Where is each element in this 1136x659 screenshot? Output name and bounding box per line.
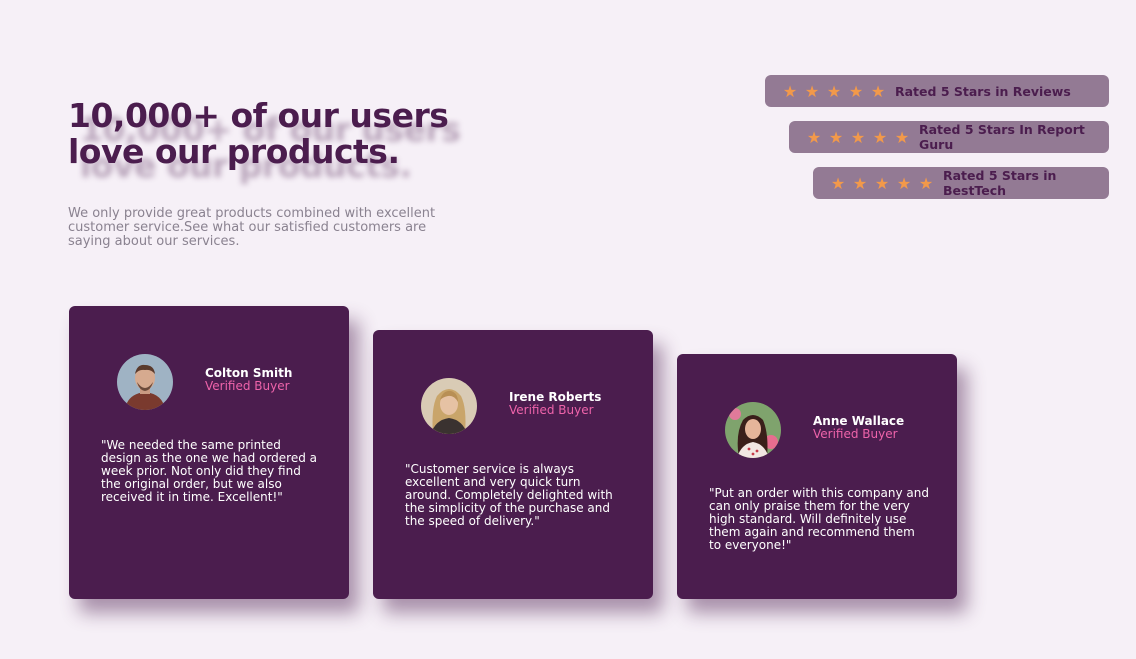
rating-report-guru: ★ ★ ★ ★ ★ Rated 5 Stars In Report Guru <box>789 121 1109 153</box>
intro-text: We only provide great products combined … <box>68 206 436 249</box>
star-icon: ★ <box>806 127 822 147</box>
star-rating: ★ ★ ★ ★ ★ <box>827 174 937 193</box>
reviewer-name: Irene Roberts <box>509 390 602 404</box>
star-icon: ★ <box>896 173 912 193</box>
testimonial-card: Anne Wallace Verified Buyer "Put an orde… <box>677 354 957 599</box>
rating-besttech: ★ ★ ★ ★ ★ Rated 5 Stars in BestTech <box>813 167 1109 199</box>
star-icon: ★ <box>828 127 844 147</box>
star-icon: ★ <box>848 81 864 101</box>
reviewer-role: Verified Buyer <box>205 379 290 393</box>
avatar <box>117 354 173 410</box>
star-icon: ★ <box>850 127 866 147</box>
star-rating: ★ ★ ★ ★ ★ <box>803 128 913 147</box>
testimonial-quote: "Put an order with this company and can … <box>709 486 929 552</box>
testimonial-card: Colton Smith Verified Buyer "We needed t… <box>69 306 349 599</box>
avatar <box>421 378 477 434</box>
page-title: 10,000+ of our users love our products. <box>68 98 468 170</box>
star-icon: ★ <box>782 81 798 101</box>
star-icon: ★ <box>826 81 842 101</box>
star-rating: ★ ★ ★ ★ ★ <box>779 82 889 101</box>
reviewer-role: Verified Buyer <box>813 427 898 441</box>
testimonial-quote: "We needed the same printed design as th… <box>101 438 317 504</box>
star-icon: ★ <box>872 127 888 147</box>
reviewer-role: Verified Buyer <box>509 403 594 417</box>
rating-label: Rated 5 Stars in Reviews <box>895 83 1071 99</box>
reviewer-name: Anne Wallace <box>813 414 905 428</box>
page-title-line-1: 10,000+ of our users <box>68 96 449 135</box>
testimonial-quote: "Customer service is always excellent an… <box>405 462 613 528</box>
rating-reviews: ★ ★ ★ ★ ★ Rated 5 Stars in Reviews <box>765 75 1109 107</box>
rating-label: Rated 5 Stars In Report Guru <box>919 122 1085 152</box>
star-icon: ★ <box>852 173 868 193</box>
star-icon: ★ <box>874 173 890 193</box>
star-icon: ★ <box>918 173 934 193</box>
star-icon: ★ <box>830 173 846 193</box>
reviewer-name: Colton Smith <box>205 366 293 380</box>
page-title-line-2: love our products. <box>68 132 400 171</box>
star-icon: ★ <box>870 81 886 101</box>
star-icon: ★ <box>894 127 910 147</box>
avatar <box>725 402 781 458</box>
rating-label: Rated 5 Stars in BestTech <box>943 168 1057 198</box>
testimonial-card: Irene Roberts Verified Buyer "Customer s… <box>373 330 653 599</box>
star-icon: ★ <box>804 81 820 101</box>
